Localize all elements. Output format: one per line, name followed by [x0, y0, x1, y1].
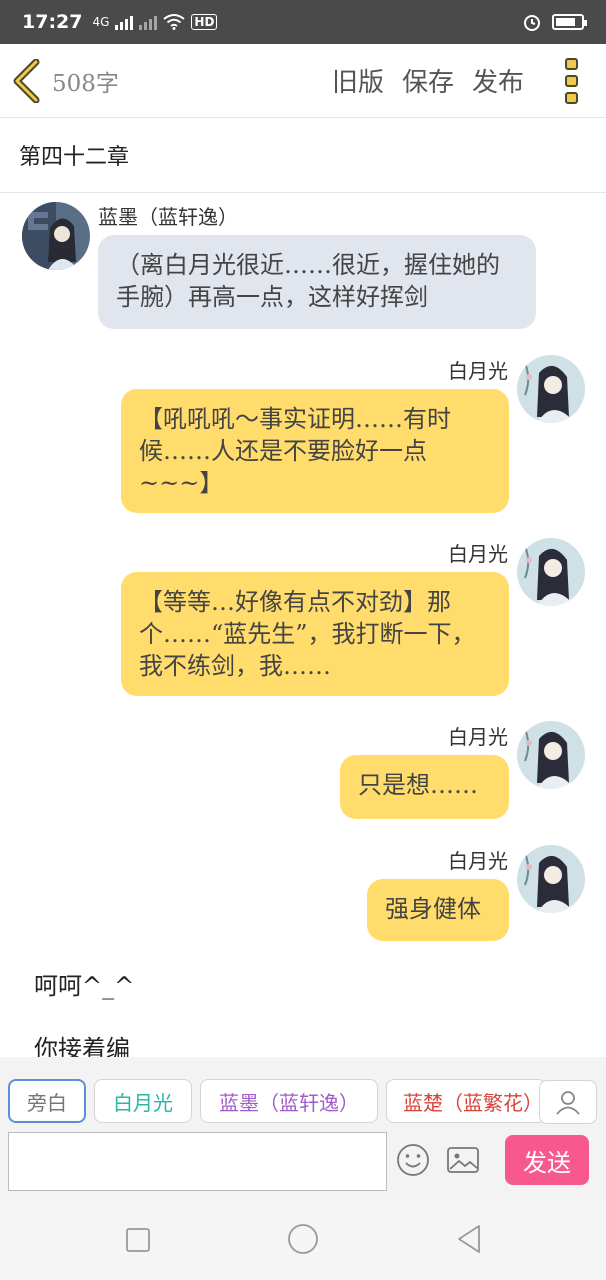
message-sender: 白月光 — [448, 542, 508, 566]
message-bubble[interactable]: 【等等…好像有点不对劲】那个……“蓝先生”，我打断一下，我不练剑，我…… — [121, 572, 509, 696]
system-nav-bar — [0, 1199, 606, 1280]
chevron-left-icon — [13, 58, 40, 103]
more-menu-button[interactable] — [546, 44, 596, 118]
alarm-icon — [524, 15, 540, 31]
message-input[interactable] — [8, 1132, 387, 1191]
narration-text[interactable]: 你接着编 — [34, 1029, 130, 1057]
old-version-button[interactable]: 旧版 — [332, 62, 384, 99]
more-dot-icon — [564, 74, 578, 87]
wifi-icon — [163, 14, 186, 30]
avatar-lanmo[interactable] — [22, 202, 90, 270]
home-icon[interactable] — [287, 1223, 319, 1255]
avatar-baiyueguang[interactable] — [517, 845, 585, 913]
person-icon — [556, 1091, 580, 1115]
message-sender: 蓝墨（蓝轩逸） — [98, 205, 238, 229]
send-button[interactable]: 发送 — [505, 1135, 589, 1185]
add-character-button[interactable] — [539, 1080, 597, 1124]
message-bubble[interactable]: 只是想…… — [340, 755, 509, 819]
message-sender: 白月光 — [448, 849, 508, 873]
composer: 旁白 白月光 蓝墨（蓝轩逸） 蓝楚（蓝繁花） 发送 — [0, 1057, 606, 1199]
avatar-baiyueguang[interactable] — [517, 355, 585, 423]
signal-icon — [115, 14, 134, 30]
status-time: 17:27 — [22, 11, 83, 33]
chat-feed[interactable]: 蓝墨（蓝轩逸） （离白月光很近……很近，握住她的手腕）再高一点，这样好挥剑 白月… — [0, 193, 606, 1057]
message-bubble[interactable]: 强身健体 — [367, 879, 509, 941]
more-dot-icon — [564, 91, 578, 104]
role-tab-lanchu[interactable]: 蓝楚（蓝繁花） — [386, 1079, 546, 1123]
role-tab-lanmo[interactable]: 蓝墨（蓝轩逸） — [200, 1079, 378, 1123]
status-bar: 17:27 4G HD — [0, 0, 606, 44]
avatar-baiyueguang[interactable] — [517, 721, 585, 789]
editor-toolbar: 508字 旧版 保存 发布 — [0, 44, 606, 118]
emoji-icon[interactable] — [396, 1143, 430, 1177]
hd-badge: HD — [191, 14, 218, 30]
role-tab-narrator[interactable]: 旁白 — [8, 1079, 86, 1123]
save-button[interactable]: 保存 — [402, 62, 454, 99]
message-bubble[interactable]: （离白月光很近……很近，握住她的手腕）再高一点，这样好挥剑 — [98, 235, 536, 329]
avatar-baiyueguang[interactable] — [517, 538, 585, 606]
word-count: 508字 — [52, 70, 119, 97]
chapter-title[interactable]: 第四十二章 — [0, 118, 606, 193]
image-icon[interactable] — [446, 1145, 480, 1175]
recent-apps-icon[interactable] — [125, 1227, 151, 1253]
role-tab-baiyueguang[interactable]: 白月光 — [94, 1079, 192, 1123]
back-nav-icon[interactable] — [455, 1224, 483, 1254]
narration-text[interactable]: 呵呵^_^ — [34, 966, 134, 1001]
more-dot-icon — [564, 57, 578, 70]
battery-icon — [552, 14, 587, 30]
back-button[interactable] — [0, 44, 52, 118]
signal-icon-2 — [139, 14, 158, 30]
role-selector: 旁白 白月光 蓝墨（蓝轩逸） 蓝楚（蓝繁花） — [8, 1079, 546, 1123]
network-label-4g: 4G — [92, 15, 110, 29]
message-sender: 白月光 — [448, 359, 508, 383]
message-sender: 白月光 — [448, 725, 508, 749]
message-bubble[interactable]: 【吼吼吼～事实证明……有时候……人还是不要脸好一点~~~】 — [121, 389, 509, 513]
publish-button[interactable]: 发布 — [472, 62, 524, 99]
